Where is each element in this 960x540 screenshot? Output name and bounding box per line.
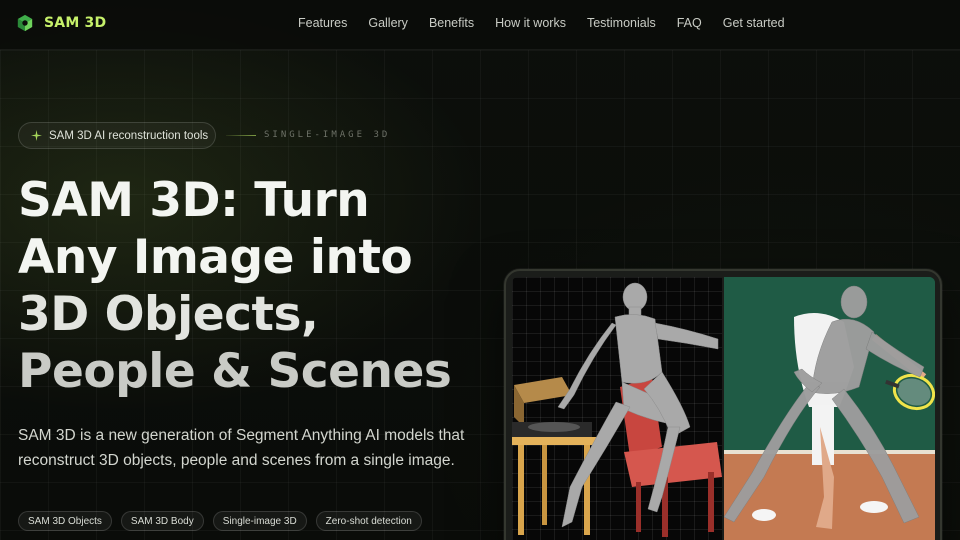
chip-single-image-3d: Single-image 3D xyxy=(212,511,307,531)
nav-link-get-started[interactable]: Get started xyxy=(723,16,785,30)
chip-zero-shot-detection: Zero-shot detection xyxy=(315,511,422,531)
feature-chips: SAM 3D Objects SAM 3D Body Single-image … xyxy=(18,511,422,531)
tennis-player-illustration xyxy=(724,277,935,540)
headline-line-4: People & Scenes xyxy=(18,344,452,399)
headline-line-2: Any Image into xyxy=(18,230,413,285)
nav-link-faq[interactable]: FAQ xyxy=(677,16,702,30)
nav-link-benefits[interactable]: Benefits xyxy=(429,16,474,30)
hero-tag-label: SINGLE-IMAGE 3D xyxy=(264,130,391,140)
chip-sam-3d-objects: SAM 3D Objects xyxy=(18,511,112,531)
headline-line-1: SAM 3D: Turn xyxy=(18,173,370,228)
top-nav: SAM 3D Features Gallery Benefits How it … xyxy=(0,0,960,50)
mesh-scene-illustration xyxy=(512,282,722,537)
tag-divider xyxy=(226,135,256,136)
headline-line-3: 3D Objects, xyxy=(18,287,319,342)
preview-mesh-render xyxy=(512,277,722,540)
nav-link-features[interactable]: Features xyxy=(298,16,347,30)
nav-links: Features Gallery Benefits How it works T… xyxy=(298,16,806,30)
nav-link-testimonials[interactable]: Testimonials xyxy=(587,16,656,30)
hero-badge: SAM 3D AI reconstruction tools xyxy=(18,122,216,149)
brand-name: SAM 3D xyxy=(44,15,107,31)
hero-headline: SAM 3D: Turn Any Image into 3D Objects, … xyxy=(18,172,488,400)
nav-link-gallery[interactable]: Gallery xyxy=(368,16,408,30)
nav-link-how-it-works[interactable]: How it works xyxy=(495,16,566,30)
hero-description: SAM 3D is a new generation of Segment An… xyxy=(18,427,465,469)
preview-photo-overlay xyxy=(724,277,935,540)
chip-sam-3d-body: SAM 3D Body xyxy=(120,511,204,531)
badge-text: SAM 3D AI reconstruction tools xyxy=(49,129,209,142)
cube-logo-icon xyxy=(17,14,33,32)
sparkle-icon xyxy=(31,130,42,141)
brand-logo-link[interactable]: SAM 3D xyxy=(16,14,106,32)
